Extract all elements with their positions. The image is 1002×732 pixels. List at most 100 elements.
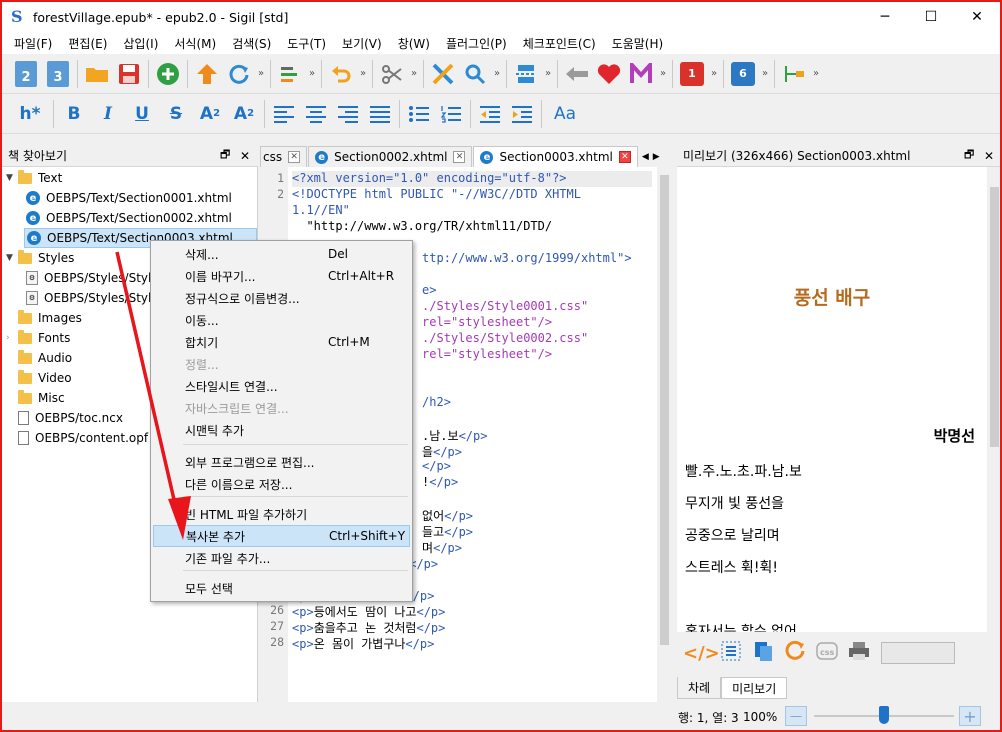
preview-scrollbar[interactable]	[987, 167, 1000, 632]
menu-tools[interactable]: 도구(T)	[279, 35, 334, 52]
css-toggle-button[interactable]: css	[811, 640, 843, 667]
tree-folder-images[interactable]: Images	[18, 308, 82, 328]
minimize-button[interactable]: ─	[862, 2, 908, 32]
context-menu-item[interactable]: 다른 이름으로 저장...	[153, 473, 410, 495]
plugin-6-button[interactable]: 6	[727, 58, 759, 90]
float-panel-icon[interactable]: 🗗	[964, 146, 974, 165]
context-menu-item[interactable]: 정규식으로 이름변경...	[153, 287, 410, 309]
plugin-m-button[interactable]	[625, 58, 657, 90]
tree-file-toc[interactable]: OEBPS/toc.ncx	[18, 408, 123, 428]
code-scrollbar[interactable]	[657, 167, 672, 702]
superscript-button[interactable]: A2	[227, 98, 261, 130]
move-up-button[interactable]	[191, 58, 223, 90]
code-line[interactable]: <p>등에서도 땀이 나고</p>	[292, 603, 445, 619]
reload-preview-button[interactable]	[779, 639, 811, 668]
chevron-overflow-icon[interactable]: »	[255, 68, 267, 79]
code-line[interactable]: 1.1//EN"	[292, 203, 350, 219]
chevron-overflow-icon[interactable]: »	[708, 68, 720, 79]
context-menu-item[interactable]: 스타일시트 연결...	[153, 375, 410, 397]
refresh-button[interactable]	[223, 58, 255, 90]
open-button[interactable]	[81, 58, 113, 90]
chevron-overflow-icon[interactable]: »	[408, 68, 420, 79]
tree-folder-text[interactable]: ▼ Text	[2, 168, 257, 188]
menu-edit[interactable]: 편집(E)	[60, 35, 115, 52]
heading-dropdown[interactable]: h*	[10, 98, 50, 130]
close-tab-icon[interactable]: ✕	[288, 151, 301, 163]
context-menu-item[interactable]: 기존 파일 추가...	[153, 547, 410, 569]
close-panel-icon[interactable]: ✕	[240, 149, 250, 163]
close-window-button[interactable]: ✕	[954, 2, 1000, 32]
tree-folder-audio[interactable]: Audio	[18, 348, 72, 368]
tree-folder-misc[interactable]: Misc	[18, 388, 65, 408]
chevron-down-icon[interactable]: ▼	[6, 173, 13, 183]
align-center-button[interactable]	[300, 98, 332, 130]
underline-button[interactable]: U	[125, 98, 159, 130]
undo-button[interactable]	[325, 58, 357, 90]
code-line[interactable]: <?xml version="1.0" encoding="utf-8"?>	[292, 171, 652, 187]
menu-search[interactable]: 검색(S)	[224, 35, 279, 52]
context-menu-item[interactable]: 이동...	[153, 309, 410, 331]
bullet-list-button[interactable]	[403, 98, 435, 130]
chevron-overflow-icon[interactable]: »	[759, 68, 771, 79]
tab-scroll-left-icon[interactable]: ◀	[642, 147, 649, 167]
scrollbar-thumb[interactable]	[660, 175, 669, 645]
context-menu-item[interactable]: 합치기 Ctrl+M	[153, 331, 410, 353]
close-tab-icon[interactable]: ✕	[618, 151, 631, 163]
code-line[interactable]: <p>온 몸이 가볍구나</p>	[292, 635, 434, 651]
code-view-icon[interactable]: </>	[683, 643, 720, 664]
maximize-button[interactable]: ☐	[908, 2, 954, 32]
toc-generator-button[interactable]	[778, 58, 810, 90]
context-menu-item[interactable]: 빈 HTML 파일 추가하기	[153, 503, 410, 525]
tree-file-style0001[interactable]: ⚙ OEBPS/Styles/Style	[26, 268, 159, 288]
chevron-overflow-icon[interactable]: »	[357, 68, 369, 79]
menu-plugins[interactable]: 플러그인(P)	[438, 35, 515, 52]
menu-format[interactable]: 서식(M)	[166, 35, 224, 52]
zoom-in-button[interactable]: +	[959, 706, 981, 726]
find-button[interactable]	[459, 58, 491, 90]
tab-toc[interactable]: 차례	[677, 677, 722, 699]
add-file-button[interactable]	[152, 58, 184, 90]
donate-button[interactable]	[593, 58, 625, 90]
chevron-overflow-icon[interactable]: »	[491, 68, 503, 79]
copy-button[interactable]	[747, 640, 779, 667]
tab-preview[interactable]: 미리보기	[721, 677, 788, 699]
context-menu-item[interactable]: 모두 선택	[153, 577, 410, 599]
context-menu-item[interactable]: 이름 바꾸기... Ctrl+Alt+R	[153, 265, 410, 287]
bold-button[interactable]: B	[57, 98, 91, 130]
case-dropdown[interactable]: Aa	[545, 98, 585, 130]
tab-section0002[interactable]: e Section0002.xhtml ✕	[308, 146, 473, 167]
chevron-overflow-icon[interactable]: »	[810, 68, 822, 79]
menu-view[interactable]: 보기(V)	[334, 35, 390, 52]
chevron-overflow-icon[interactable]: »	[306, 68, 318, 79]
menu-insert[interactable]: 삽입(I)	[115, 35, 166, 52]
outdent-button[interactable]	[474, 98, 506, 130]
cut-button[interactable]	[376, 58, 408, 90]
metadata-editor-button[interactable]	[274, 58, 306, 90]
justify-button[interactable]	[364, 98, 396, 130]
print-button[interactable]	[843, 640, 875, 667]
scrollbar-thumb[interactable]	[990, 187, 999, 447]
tree-file-style0002[interactable]: ⚙ OEBPS/Styles/Style	[26, 288, 159, 308]
menu-file[interactable]: 파일(F)	[6, 35, 60, 52]
chevron-overflow-icon[interactable]: »	[657, 68, 669, 79]
tree-file-section0001[interactable]: e OEBPS/Text/Section0001.xhtml	[26, 188, 232, 208]
code-line[interactable]: "http://www.w3.org/TR/xhtml11/DTD/	[292, 219, 552, 235]
numbered-list-button[interactable]	[435, 98, 467, 130]
validate-button[interactable]	[427, 58, 459, 90]
menu-window[interactable]: 창(W)	[390, 35, 438, 52]
split-button[interactable]	[510, 58, 542, 90]
indent-button[interactable]	[506, 98, 538, 130]
tree-file-section0002[interactable]: e OEBPS/Text/Section0002.xhtml	[26, 208, 232, 228]
strikethrough-button[interactable]: S	[159, 98, 193, 130]
tab-scroll-right-icon[interactable]: ▶	[653, 147, 660, 167]
zoom-out-button[interactable]: —	[785, 706, 807, 726]
tab-section0003[interactable]: e Section0003.xhtml ✕	[473, 146, 638, 167]
tree-file-content-opf[interactable]: OEBPS/content.opf	[18, 428, 148, 448]
context-menu-item[interactable]: 복사본 추가 Ctrl+Shift+Y	[153, 525, 410, 547]
tree-folder-fonts[interactable]: › Fonts	[2, 328, 70, 348]
code-line[interactable]: <!DOCTYPE html PUBLIC "-//W3C//DTD XHTML	[292, 187, 581, 203]
preview-search-field[interactable]	[881, 642, 955, 664]
plugin-1-button[interactable]: 1	[676, 58, 708, 90]
menu-checkpoints[interactable]: 체크포인트(C)	[515, 35, 604, 52]
chevron-overflow-icon[interactable]: »	[542, 68, 554, 79]
